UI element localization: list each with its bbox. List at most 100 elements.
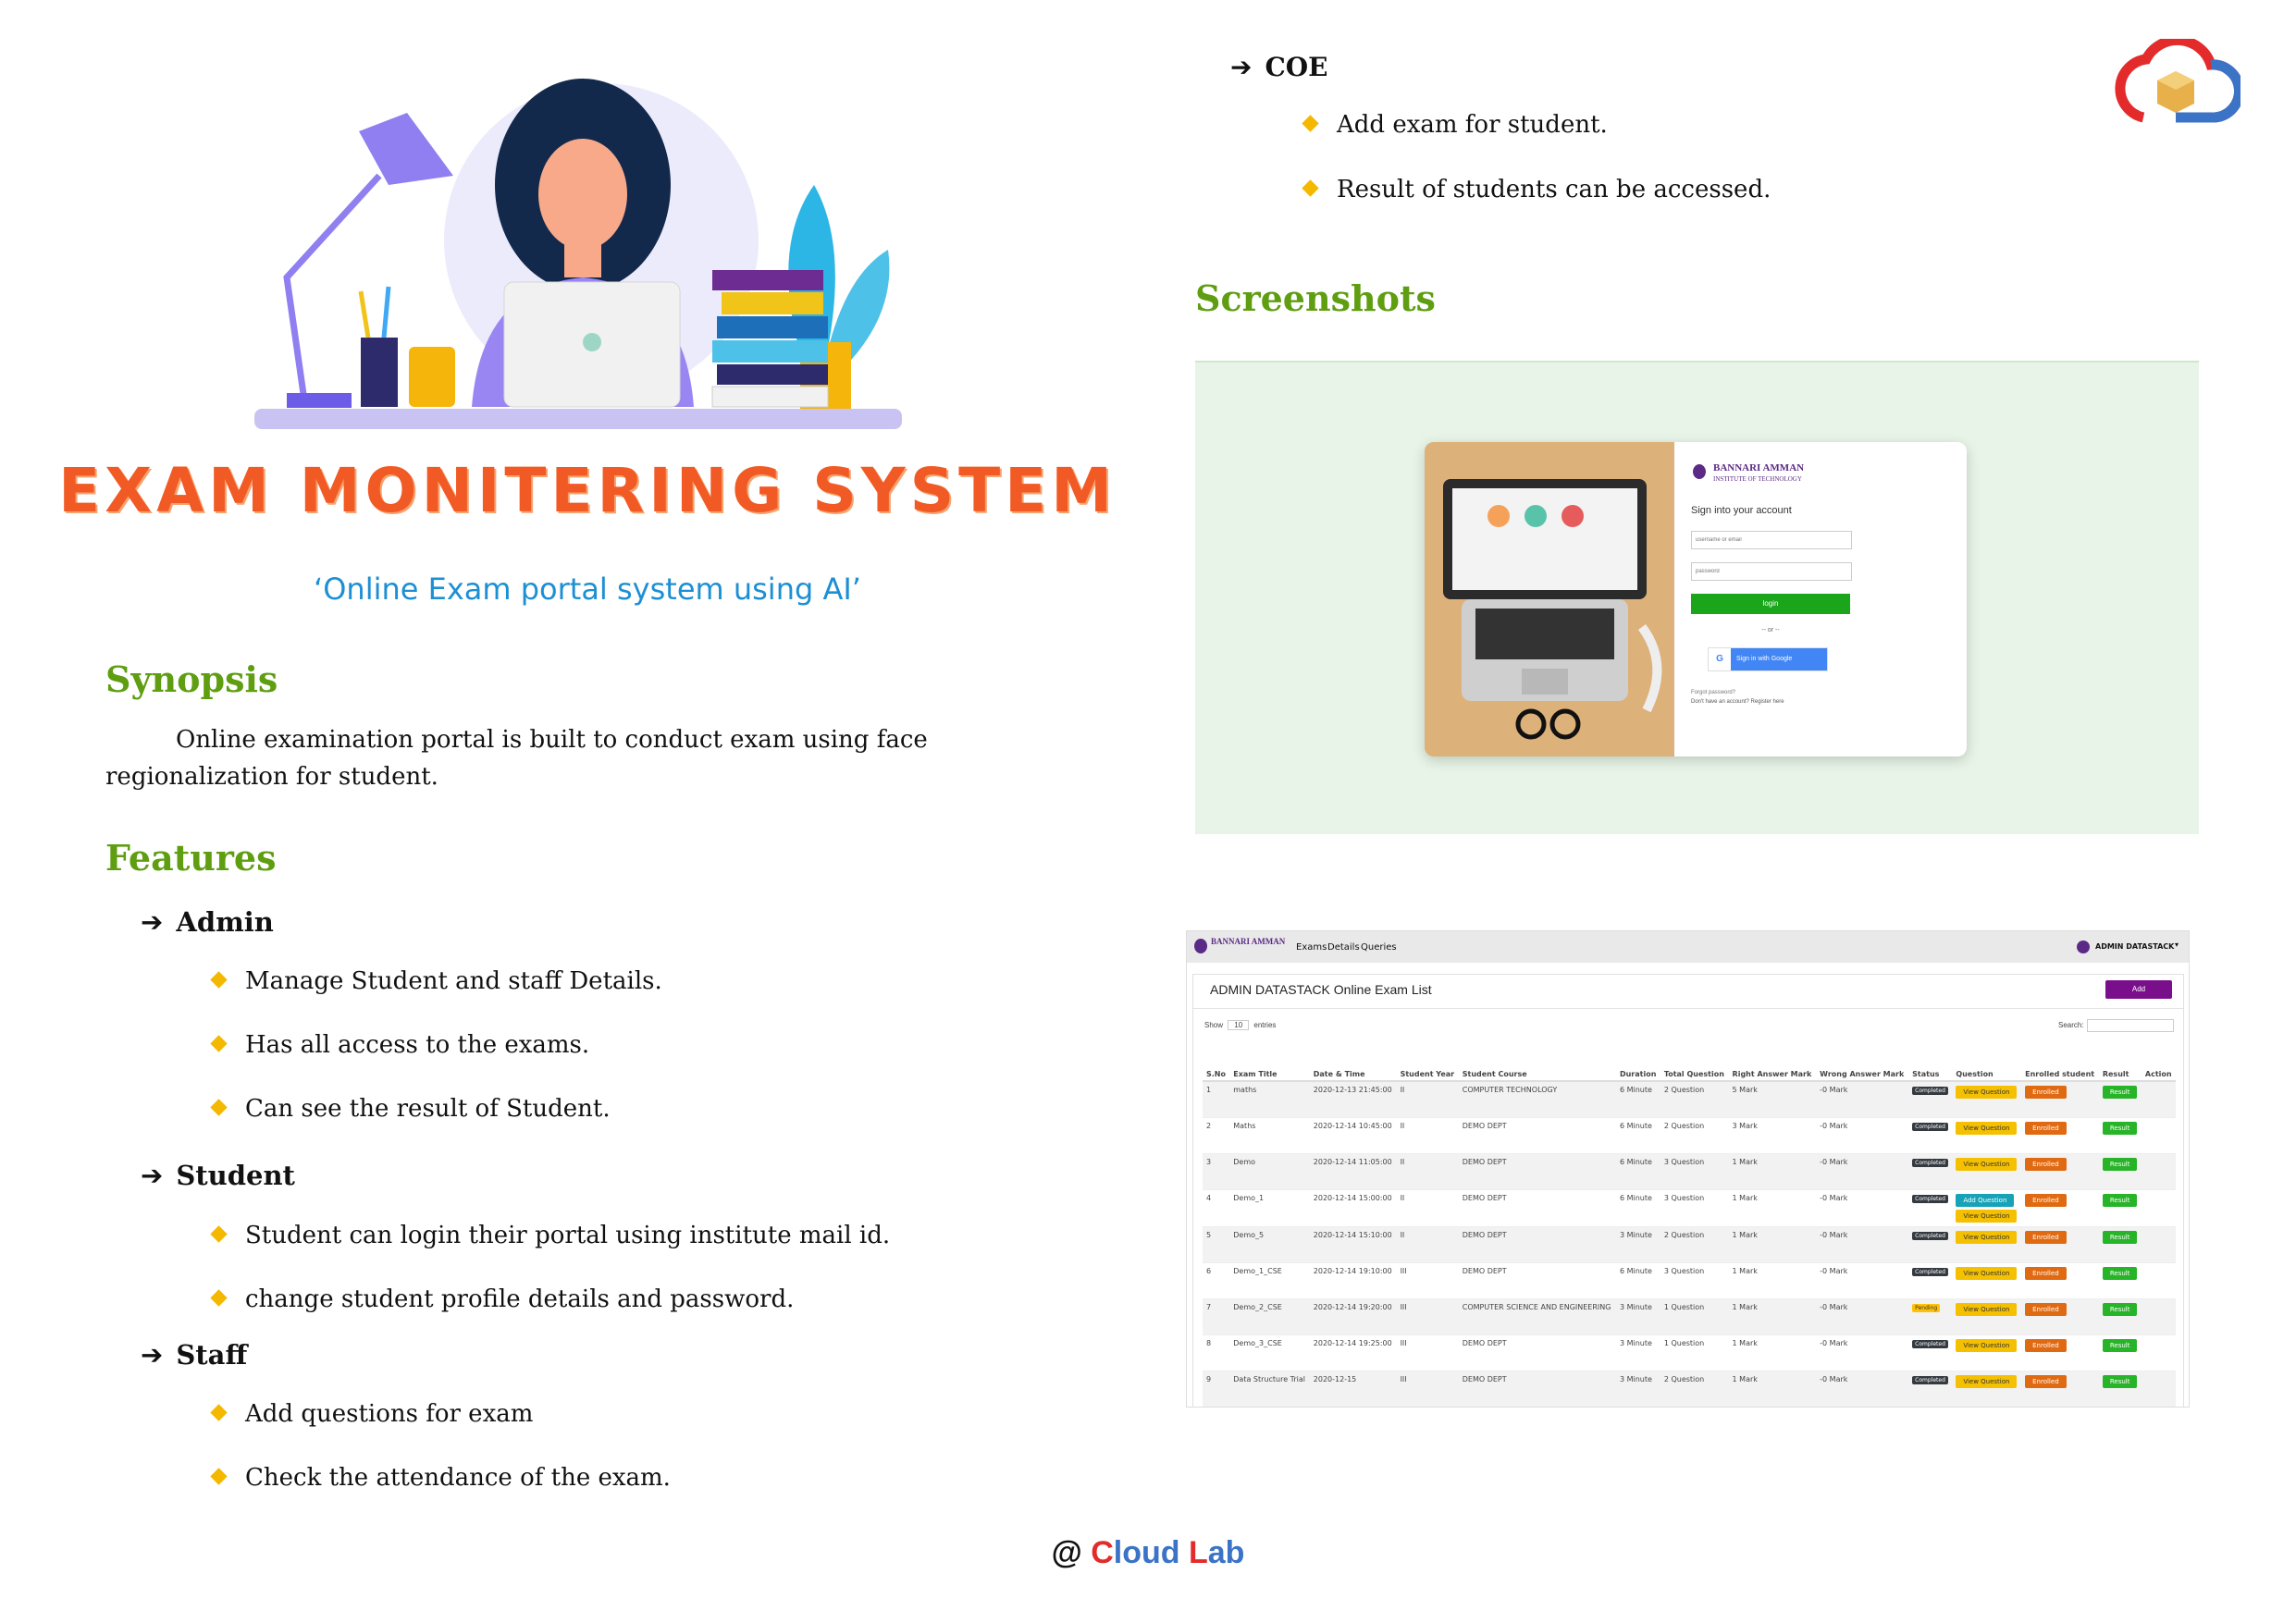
exam-table-wrap: S.No Exam Title Date & Time Student Year Stu…	[1203, 1036, 2176, 1407]
view-question-button[interactable]: View Question	[1956, 1086, 2018, 1099]
register-link[interactable]: Don't have an account? Register here	[1691, 699, 1784, 705]
cell-action	[2141, 1334, 2176, 1371]
result-button[interactable]: Result	[2102, 1122, 2138, 1135]
enrolled-button[interactable]: Enrolled	[2025, 1122, 2067, 1135]
add-question-button[interactable]: Add Question	[1956, 1194, 2015, 1207]
show-label: Show	[1204, 1021, 1224, 1029]
login-button[interactable]: login	[1691, 594, 1850, 614]
column-header[interactable]: Date & Time	[1309, 1036, 1397, 1082]
result-button[interactable]: Result	[2102, 1267, 2138, 1280]
view-question-button[interactable]: View Question	[1956, 1231, 2018, 1244]
status-badge: Completed	[1912, 1087, 1948, 1095]
column-header[interactable]: Exam Title	[1229, 1036, 1310, 1082]
column-header[interactable]: Action	[2141, 1036, 2176, 1082]
enrolled-button[interactable]: Enrolled	[2025, 1194, 2067, 1207]
exam-table: S.No Exam Title Date & Time Student Year Stu…	[1203, 1036, 2176, 1407]
role-label: COE	[1265, 52, 1328, 82]
column-header[interactable]: Student Course	[1458, 1036, 1616, 1082]
entries-select[interactable]: 10	[1228, 1020, 1250, 1030]
cell-status: Completed	[1908, 1262, 1953, 1299]
result-button[interactable]: Result	[2102, 1303, 2138, 1316]
page-subtitle: ‘Online Exam portal system using AI’	[314, 572, 861, 607]
enrolled-button[interactable]: Enrolled	[2025, 1339, 2067, 1352]
cell-sno: 6	[1203, 1262, 1230, 1299]
cell-status: Completed	[1908, 1153, 1953, 1190]
screenshots-heading: Screenshots	[1195, 277, 1436, 319]
cell-result: Result	[2098, 1371, 2142, 1407]
cell-right: 5 Mark	[1728, 1080, 1817, 1118]
role-label: Staff	[176, 1339, 248, 1371]
result-button[interactable]: Result	[2102, 1158, 2138, 1171]
cell-total: 3 Question	[1660, 1189, 1729, 1227]
nav-exams[interactable]: Exams	[1296, 942, 1327, 953]
username-input[interactable]	[1691, 531, 1852, 549]
cell-sno: 8	[1203, 1334, 1230, 1371]
cell-right: 1 Mark	[1728, 1298, 1817, 1335]
role-staff: ➔ Staff	[141, 1339, 247, 1371]
enrolled-button[interactable]: Enrolled	[2025, 1375, 2067, 1388]
list-item-text: Check the attendance of the exam.	[245, 1464, 671, 1492]
cell-total: 2 Question	[1660, 1371, 1729, 1407]
column-header[interactable]: Duration	[1615, 1036, 1660, 1082]
column-header[interactable]: Status	[1908, 1036, 1953, 1082]
diamond-bullet-icon	[210, 1099, 228, 1116]
password-input[interactable]	[1691, 562, 1852, 581]
view-question-button[interactable]: View Question	[1956, 1267, 2018, 1280]
result-button[interactable]: Result	[2102, 1194, 2138, 1207]
cell-date: 2020-12-14 15:00:00	[1309, 1189, 1397, 1227]
table-row: 6 Demo_1_CSE 2020-12-14 19:10:00 III DEMO DE…	[1203, 1262, 2176, 1299]
cell-question: View Question	[1952, 1226, 2022, 1263]
column-header[interactable]: Right Answer Mark	[1728, 1036, 1817, 1082]
cell-question: Add Question View Question	[1952, 1189, 2022, 1227]
result-button[interactable]: Result	[2102, 1086, 2138, 1099]
column-header[interactable]: Total Question	[1660, 1036, 1729, 1082]
list-item-text: change student profile details and passw…	[245, 1285, 795, 1313]
cell-wrong: -0 Mark	[1816, 1371, 1909, 1407]
list-item: Add exam for student.	[1302, 111, 1608, 139]
column-header[interactable]: Wrong Answer Mark	[1816, 1036, 1909, 1082]
view-question-button[interactable]: View Question	[1956, 1122, 2018, 1135]
column-header[interactable]: Result	[2098, 1036, 2142, 1082]
enrolled-button[interactable]: Enrolled	[2025, 1086, 2067, 1099]
result-button[interactable]: Result	[2102, 1339, 2138, 1352]
view-question-button[interactable]: View Question	[1956, 1158, 2018, 1171]
cell-wrong: -0 Mark	[1816, 1189, 1909, 1227]
avatar[interactable]	[2077, 941, 2090, 953]
cell-result: Result	[2098, 1262, 2142, 1299]
exam-list-screenshot: BANNARI AMMAN Exams Details Queries ADMI…	[1186, 930, 2190, 1408]
view-question-button[interactable]: View Question	[1956, 1210, 2018, 1223]
institute-name: BANNARI AMMAN	[1211, 937, 1286, 946]
cell-action	[2141, 1153, 2176, 1190]
user-menu[interactable]: ADMIN DATASTACK	[2095, 942, 2174, 951]
cell-result: Result	[2098, 1226, 2142, 1263]
column-header[interactable]: Student Year	[1396, 1036, 1459, 1082]
enrolled-button[interactable]: Enrolled	[2025, 1231, 2067, 1244]
search-label: Search:	[2058, 1021, 2084, 1029]
cell-year: II	[1396, 1080, 1459, 1118]
view-question-button[interactable]: View Question	[1956, 1339, 2018, 1352]
cell-date: 2020-12-14 11:05:00	[1309, 1153, 1397, 1190]
search-input[interactable]	[2087, 1019, 2174, 1032]
enrolled-button[interactable]: Enrolled	[2025, 1158, 2067, 1171]
view-question-button[interactable]: View Question	[1956, 1375, 2018, 1388]
forgot-password-link[interactable]: Forgot password?	[1691, 690, 1735, 695]
view-question-button[interactable]: View Question	[1956, 1303, 2018, 1316]
chevron-down-icon[interactable]: ▾	[2175, 941, 2179, 949]
cell-right: 1 Mark	[1728, 1371, 1817, 1407]
column-header[interactable]: S.No	[1203, 1036, 1230, 1082]
enrolled-button[interactable]: Enrolled	[2025, 1303, 2067, 1316]
result-button[interactable]: Result	[2102, 1231, 2138, 1244]
nav-queries[interactable]: Queries	[1361, 942, 1397, 953]
arrow-right-icon: ➔	[1230, 52, 1253, 82]
column-header[interactable]: Enrolled student	[2021, 1036, 2099, 1082]
column-header[interactable]: Question	[1952, 1036, 2022, 1082]
enrolled-button[interactable]: Enrolled	[2025, 1267, 2067, 1280]
cell-course: DEMO DEPT	[1458, 1371, 1616, 1407]
add-exam-button[interactable]: Add	[2105, 980, 2172, 999]
google-signin-button[interactable]: G Sign in with Google	[1708, 647, 1828, 671]
cell-result: Result	[2098, 1153, 2142, 1190]
result-button[interactable]: Result	[2102, 1375, 2138, 1388]
list-item-text: Manage Student and staff Details.	[245, 967, 662, 995]
nav-details[interactable]: Details	[1327, 942, 1360, 953]
cell-wrong: -0 Mark	[1816, 1080, 1909, 1118]
